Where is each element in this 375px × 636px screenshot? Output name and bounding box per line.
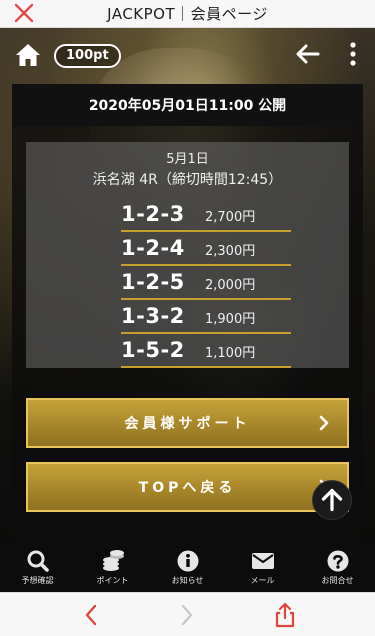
tab-points[interactable]: ポイント	[75, 542, 150, 592]
tab-label: 予想確認	[21, 576, 54, 585]
member-support-button[interactable]: 会員様サポート	[26, 398, 349, 448]
chevron-right-icon	[319, 415, 329, 431]
browser-top-bar: JACKPOT｜会員ページ	[0, 0, 375, 28]
result-price: 2,300円	[205, 244, 256, 259]
result-price: 1,100円	[205, 346, 256, 361]
tab-label: お問合せ	[321, 576, 354, 585]
info-icon	[177, 550, 198, 572]
chevron-right-icon[interactable]	[178, 603, 196, 627]
result-price: 1,900円	[205, 312, 256, 327]
share-icon[interactable]	[272, 601, 298, 629]
member-support-label: 会員様サポート	[124, 416, 251, 432]
tab-label: メール	[250, 576, 275, 585]
result-row: 1-2-4 2,300円	[121, 236, 291, 266]
result-price: 2,700円	[205, 210, 256, 225]
result-combo: 1-5-2	[121, 338, 185, 362]
race-card: 5月1日 浜名湖 4R（締切時間12:45） 1-2-3 2,700円 1-2-…	[26, 142, 349, 368]
result-row: 1-3-2 1,900円	[121, 304, 291, 334]
result-price: 2,000円	[205, 278, 256, 293]
result-row: 1-5-2 1,100円	[121, 338, 291, 368]
back-to-top-label: TOPへ戻る	[138, 480, 237, 496]
browser-title: JACKPOT｜会員ページ	[107, 5, 268, 23]
race-name: 浜名湖 4R（締切時間12:45）	[92, 172, 283, 188]
tab-mail[interactable]: メール	[225, 542, 300, 592]
bottom-tab-bar: 予想確認 ポイント お知らせ メール お問合せ	[0, 542, 375, 592]
result-combo: 1-2-3	[121, 202, 185, 226]
back-to-top-button[interactable]: TOPへ戻る	[26, 462, 349, 512]
question-icon	[327, 550, 348, 572]
tab-contact[interactable]: お問合せ	[300, 542, 375, 592]
result-row: 1-2-5 2,000円	[121, 270, 291, 300]
publish-header: 2020年05月01日11:00 公開	[12, 84, 363, 126]
chevron-left-icon[interactable]	[82, 603, 100, 627]
prediction-panel: 2020年05月01日11:00 公開 5月1日 浜名湖 4R（締切時間12:4…	[12, 84, 363, 542]
result-combo: 1-3-2	[121, 304, 185, 328]
race-date: 5月1日	[166, 152, 209, 167]
arrow-left-icon[interactable]	[294, 42, 320, 66]
results-list: 1-2-3 2,700円 1-2-4 2,300円 1-2-5 2,000円 1…	[121, 202, 291, 372]
result-combo: 1-2-4	[121, 236, 185, 260]
close-icon[interactable]	[12, 1, 36, 25]
tab-predictions[interactable]: 予想確認	[0, 542, 75, 592]
search-icon	[27, 550, 49, 572]
app-nav: 100pt	[0, 28, 375, 80]
app-content: 100pt 2020年05月01日11:00 公開 5月1日 浜名湖 4R（締切…	[0, 28, 375, 542]
home-icon[interactable]	[14, 42, 42, 68]
result-combo: 1-2-5	[121, 270, 185, 294]
scroll-to-top-button[interactable]	[312, 480, 352, 520]
tab-label: お知らせ	[171, 576, 204, 585]
browser-bottom-bar	[0, 592, 375, 636]
points-badge[interactable]: 100pt	[54, 44, 121, 68]
coins-icon	[102, 550, 124, 571]
result-row: 1-2-3 2,700円	[121, 202, 291, 232]
mail-icon	[251, 553, 274, 569]
more-vertical-icon[interactable]	[346, 40, 360, 68]
tab-label: ポイント	[96, 576, 129, 585]
tab-news[interactable]: お知らせ	[150, 542, 225, 592]
